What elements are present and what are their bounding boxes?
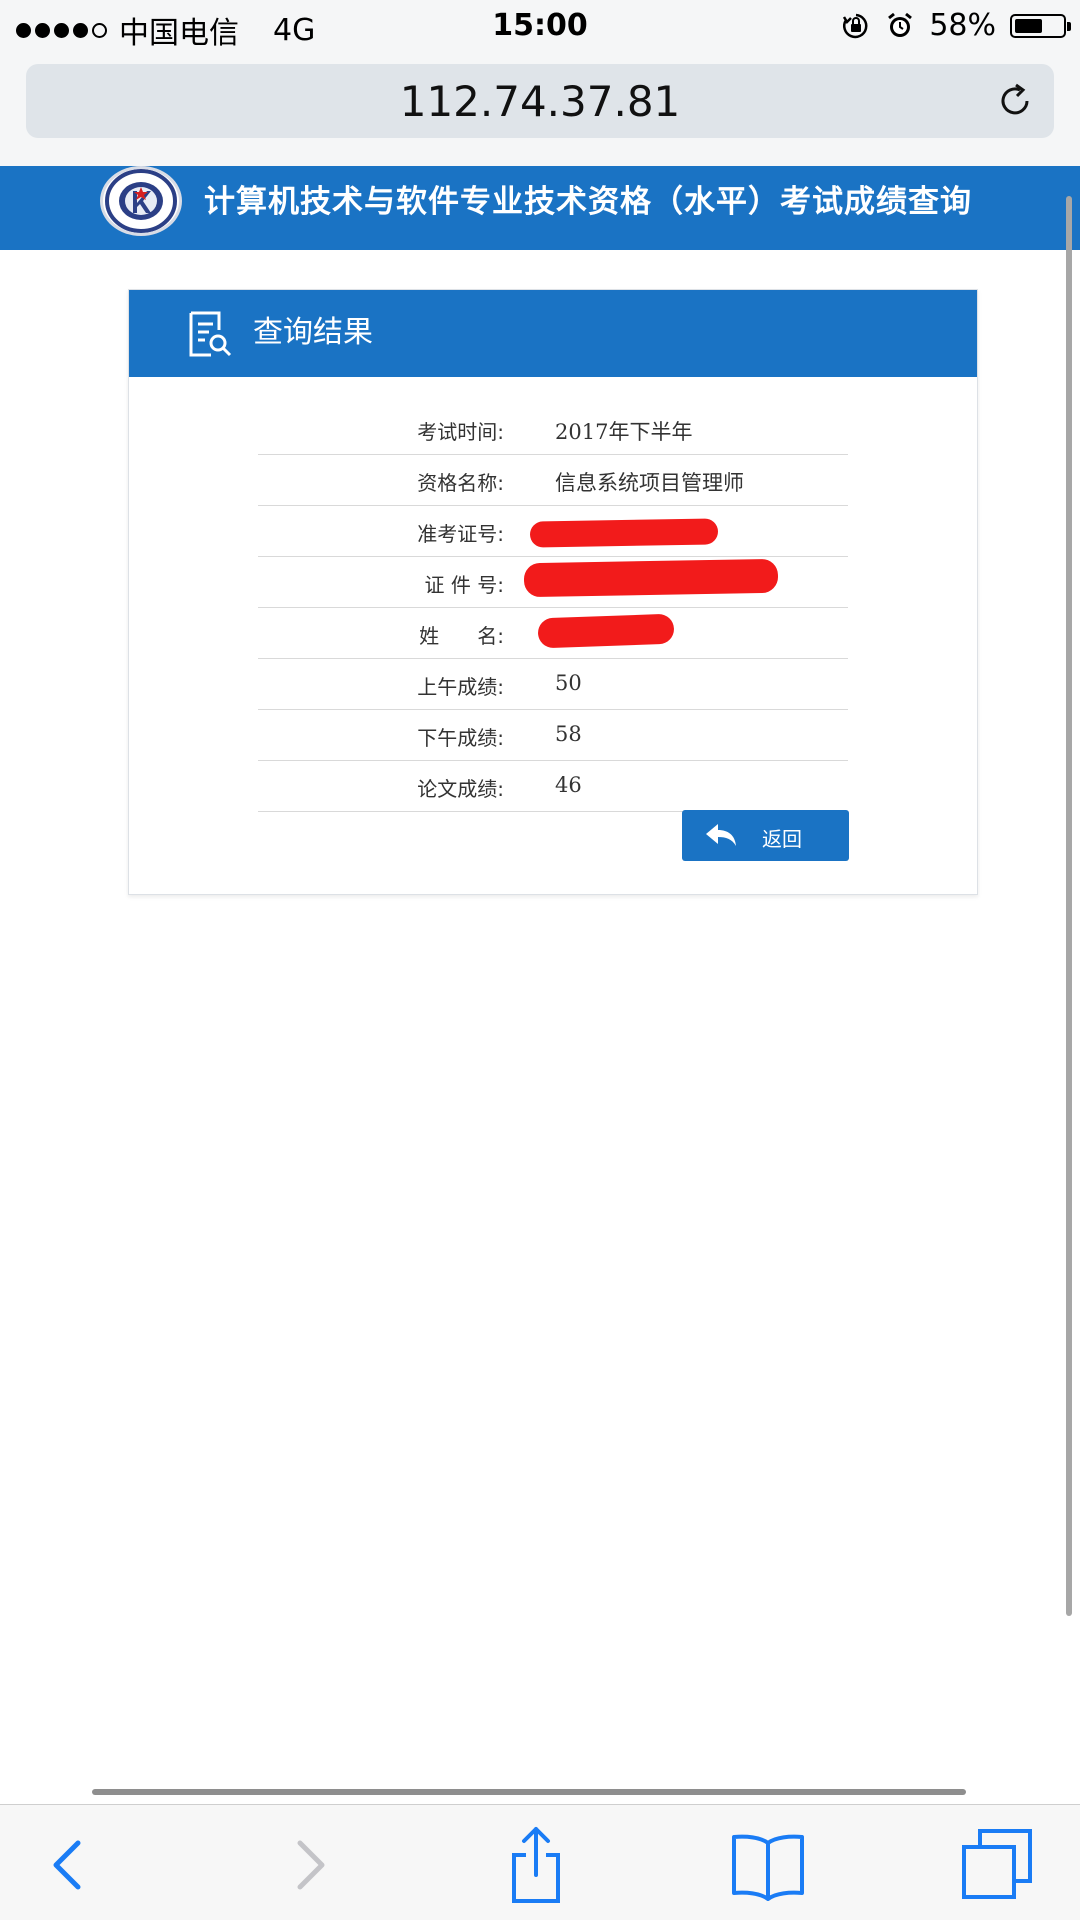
redaction-mark — [529, 518, 719, 548]
battery-cap — [1067, 21, 1071, 31]
site-header: 计算机技术与软件专业技术资格（水平）考试成绩查询 — [0, 166, 1080, 250]
battery-level — [1015, 18, 1042, 33]
status-bar: 中国电信 4G 15:00 58% — [0, 0, 1080, 56]
card-header: 查询结果 — [129, 290, 977, 377]
row-label: 论文成绩: — [417, 777, 504, 801]
card-title: 查询结果 — [253, 315, 373, 350]
result-row-id-number: 证 件 号: — [258, 557, 848, 608]
forward-icon[interactable] — [270, 1825, 350, 1905]
redaction-mark — [523, 558, 779, 598]
row-value: 2017年下半年 — [555, 420, 693, 444]
site-title: 计算机技术与软件专业技术资格（水平）考试成绩查询 — [204, 184, 972, 220]
address-bar[interactable]: 112.74.37.81 — [26, 64, 1054, 138]
document-search-icon — [189, 311, 232, 357]
ceiaec-logo — [100, 166, 182, 236]
share-icon[interactable] — [496, 1825, 576, 1905]
battery-icon — [1010, 13, 1071, 38]
result-row-morning-score: 上午成绩: 50 — [258, 659, 848, 710]
row-label: 准考证号: — [417, 522, 504, 546]
result-row-name: 姓 名: — [258, 608, 848, 659]
browser-toolbar — [0, 1804, 1080, 1920]
vertical-scrollbar[interactable] — [1066, 196, 1072, 1616]
row-value: 46 — [555, 773, 582, 797]
battery-percent: 58% — [929, 8, 996, 43]
row-label: 下午成绩: — [417, 726, 504, 750]
reload-icon[interactable] — [994, 80, 1036, 122]
url-text[interactable]: 112.74.37.81 — [400, 77, 681, 126]
logo-emblem-icon — [105, 169, 177, 233]
redaction-mark — [537, 613, 675, 649]
result-row-exam-time: 考试时间: 2017年下半年 — [258, 404, 848, 455]
row-label: 资格名称: — [417, 471, 504, 495]
horizontal-scrollbar[interactable] — [92, 1789, 966, 1795]
result-card: 查询结果 考试时间: 2017年下半年 资格名称: 信息系统项目管理师 准考证号… — [128, 289, 978, 895]
row-value: 信息系统项目管理师 — [555, 471, 744, 495]
row-label: 姓 名: — [419, 624, 504, 648]
result-row-admission-number: 准考证号: — [258, 506, 848, 557]
back-button-label: 返回 — [762, 827, 802, 851]
browser-chrome: 112.74.37.81 — [0, 56, 1080, 166]
tabs-icon[interactable] — [958, 1825, 1038, 1905]
back-icon[interactable] — [28, 1825, 108, 1905]
reply-arrow-icon — [706, 824, 736, 846]
result-row-afternoon-score: 下午成绩: 58 — [258, 710, 848, 761]
back-button[interactable]: 返回 — [682, 810, 849, 861]
result-row-essay-score: 论文成绩: 46 — [258, 761, 848, 812]
row-label: 上午成绩: — [417, 675, 504, 699]
row-label: 证 件 号: — [424, 573, 504, 597]
row-value: 50 — [555, 671, 582, 695]
alarm-icon — [888, 12, 913, 37]
result-table: 考试时间: 2017年下半年 资格名称: 信息系统项目管理师 准考证号: 证 件… — [258, 404, 848, 812]
orientation-lock-icon — [843, 13, 868, 38]
bookmarks-icon[interactable] — [728, 1825, 808, 1905]
mobile-safari-screen: 中国电信 4G 15:00 58% 112.74.37.81 计算机技术与软件专… — [0, 0, 1080, 1920]
row-label: 考试时间: — [417, 420, 504, 444]
status-right: 58% — [841, 8, 1071, 43]
result-row-qualification: 资格名称: 信息系统项目管理师 — [258, 455, 848, 506]
row-value: 58 — [555, 722, 582, 746]
